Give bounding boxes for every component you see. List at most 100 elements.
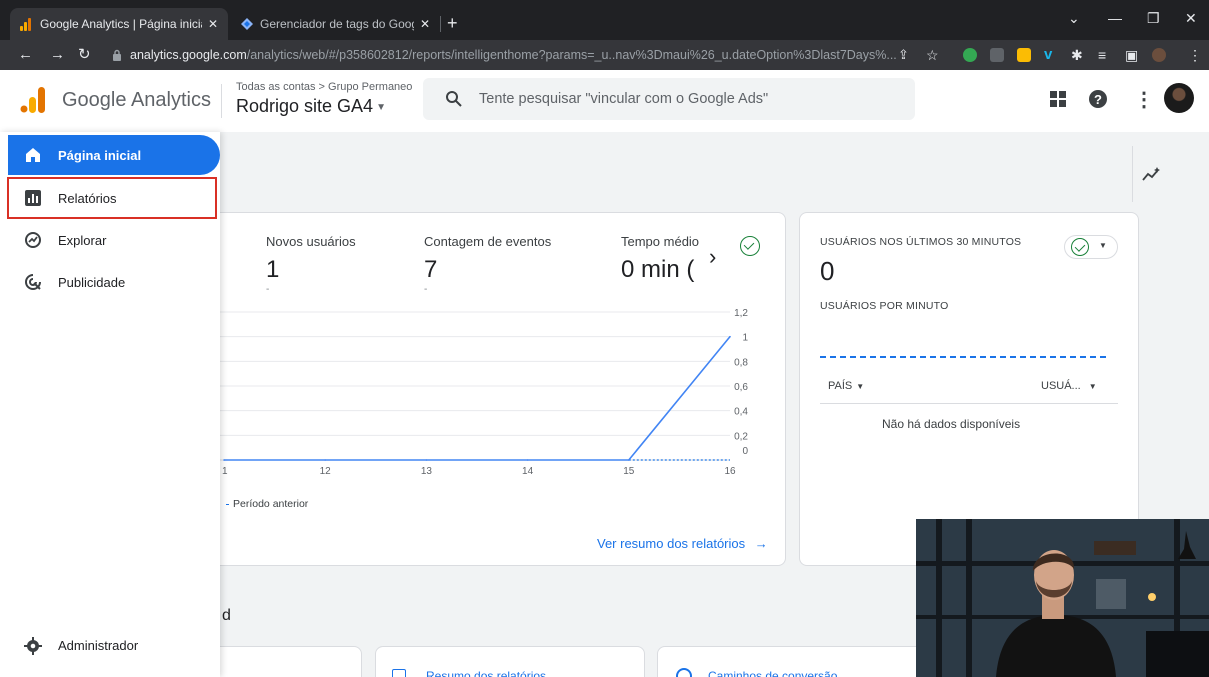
- column-users[interactable]: USUÁ... ▼: [1041, 380, 1097, 392]
- extension-code-icon[interactable]: [990, 48, 1004, 62]
- reload-icon[interactable]: ↻: [78, 46, 91, 64]
- help-icon[interactable]: ?: [1088, 89, 1108, 114]
- sidebar-item-label: Página inicial: [58, 147, 142, 163]
- check-circle-icon[interactable]: [740, 236, 760, 256]
- bookmark-star-icon[interactable]: ☆: [926, 46, 939, 64]
- metric-value: 1: [266, 256, 280, 283]
- column-country[interactable]: PAÍS ▼: [828, 380, 864, 392]
- close-tab-icon[interactable]: ✕: [420, 17, 430, 31]
- x-tick-label: 13: [421, 466, 433, 477]
- browser-tab-gtm[interactable]: Gerenciador de tags do Google ✕: [230, 8, 440, 40]
- explore-icon: [24, 231, 42, 249]
- screen: Google Analytics | Página inicial ✕ Gere…: [0, 0, 1209, 677]
- close-tab-icon[interactable]: ✕: [208, 17, 218, 31]
- extension-yellow-icon[interactable]: [1017, 48, 1031, 62]
- webcam-overlay: [916, 519, 1209, 677]
- reports-icon: [24, 189, 42, 207]
- bottom-card-reports-summary[interactable]: Resumo dos relatórios: [375, 646, 645, 677]
- forward-icon[interactable]: →: [50, 46, 65, 64]
- google-analytics-logo-icon[interactable]: [20, 86, 46, 114]
- card-label: Caminhos de conversão: [708, 669, 838, 677]
- profile-avatar-icon[interactable]: [1152, 48, 1166, 62]
- reports-icon: [392, 669, 406, 677]
- caret-down-icon: ▼: [1088, 382, 1097, 391]
- x-tick-label: 1: [222, 466, 228, 477]
- home-icon: [24, 146, 42, 164]
- analytics-favicon-icon: [20, 17, 34, 31]
- link-label: Ver resumo dos relatórios: [597, 536, 746, 551]
- url-host: analytics.google.com: [130, 48, 247, 62]
- sidebar-item-label: Publicidade: [58, 274, 126, 290]
- left-navigation: Página inicial Relatórios Explorar Publi…: [0, 132, 220, 677]
- reading-list-icon[interactable]: ≡: [1098, 46, 1106, 64]
- tab-title: Google Analytics | Página inicial: [40, 17, 202, 31]
- metric-label: Novos usuários: [266, 234, 356, 249]
- view-reports-summary-link[interactable]: Ver resumo dos relatórios →: [597, 536, 768, 551]
- lock-icon: [112, 49, 122, 61]
- tab-search-chevron-icon[interactable]: ⌄: [1068, 10, 1080, 27]
- close-window-icon[interactable]: ✕: [1185, 10, 1197, 27]
- metric-value: 7: [424, 256, 438, 283]
- search-input[interactable]: [479, 78, 899, 120]
- per-minute-title: USUÁRIOS POR MINUTO: [820, 300, 949, 312]
- more-vert-icon[interactable]: ⋮: [1134, 87, 1154, 112]
- metric-comparison: -: [424, 284, 428, 295]
- metric-value: 0 min (: [621, 256, 695, 283]
- property-selector[interactable]: Rodrigo site GA4 ▼: [236, 96, 386, 117]
- conversion-paths-icon: [676, 668, 692, 677]
- insights-icon[interactable]: [1142, 166, 1162, 187]
- extensions-puzzle-icon[interactable]: ✱: [1071, 46, 1083, 64]
- y-tick-label: 0,4: [734, 407, 748, 418]
- url-bar[interactable]: analytics.google.com /analytics/web/#/p3…: [104, 44, 952, 66]
- per-minute-sparkline: [820, 356, 1106, 358]
- y-tick-label: 1: [742, 333, 748, 344]
- caret-down-icon: ▼: [376, 101, 386, 113]
- bottom-card-conversion-paths[interactable]: Caminhos de conversão: [657, 646, 927, 677]
- account-breadcrumb[interactable]: Todas as contas > Grupo Permaneo: [236, 81, 412, 93]
- sidebar-item-reports[interactable]: Relatórios: [7, 177, 217, 219]
- minimize-icon[interactable]: —: [1108, 10, 1122, 26]
- search-icon: [445, 90, 463, 108]
- next-metrics-button[interactable]: ›: [709, 244, 716, 270]
- metric-label: Contagem de eventos: [424, 234, 552, 249]
- advertising-icon: [24, 273, 42, 291]
- realtime-users-value: 0: [820, 256, 835, 286]
- x-tick-label: 12: [320, 466, 332, 477]
- metric-comparison: -: [266, 284, 270, 295]
- table-divider: [820, 403, 1118, 404]
- side-panel-icon[interactable]: ▣: [1125, 46, 1138, 64]
- y-tick-label: 0: [742, 446, 748, 457]
- restore-icon[interactable]: ❐: [1147, 10, 1160, 27]
- data-point: [729, 335, 731, 338]
- caret-down-icon: ▼: [1099, 241, 1107, 250]
- x-tick-label: 15: [623, 466, 635, 477]
- section-title-partial: d: [222, 607, 231, 624]
- card-label: Resumo dos relatórios: [426, 669, 547, 677]
- realtime-status-dropdown[interactable]: ▼: [1064, 235, 1118, 259]
- tab-divider: [440, 16, 441, 32]
- bottom-card[interactable]: [200, 646, 362, 677]
- share-icon[interactable]: ⇪: [898, 46, 909, 64]
- browser-tab-analytics[interactable]: Google Analytics | Página inicial ✕: [10, 8, 228, 40]
- sidebar-item-home[interactable]: Página inicial: [8, 135, 220, 175]
- extension-green-icon[interactable]: [963, 48, 977, 62]
- back-icon[interactable]: ←: [18, 46, 33, 64]
- tag-manager-favicon-icon: [240, 17, 254, 31]
- vimeo-extension-icon[interactable]: v: [1044, 46, 1052, 64]
- search-box[interactable]: [423, 78, 915, 120]
- chrome-menu-icon[interactable]: ⋮: [1188, 46, 1202, 64]
- ga-header: Google Analytics Todas as contas > Grupo…: [0, 70, 1209, 132]
- apps-grid-icon[interactable]: [1050, 91, 1066, 112]
- sidebar-item-advertising[interactable]: Publicidade: [8, 262, 216, 302]
- sidebar-item-explore[interactable]: Explorar: [8, 220, 216, 260]
- browser-tab-strip: Google Analytics | Página inicial ✕ Gere…: [0, 0, 1209, 40]
- check-circle-icon: [1071, 238, 1089, 256]
- y-tick-label: 1,2: [734, 308, 748, 319]
- overview-line-chart: 1,2 1 0,8 0,6 0,4 0,2 0 1 12 13 14 15 16: [220, 308, 748, 477]
- new-tab-button[interactable]: +: [447, 14, 458, 32]
- y-tick-label: 0,2: [734, 431, 748, 442]
- arrow-right-icon: →: [754, 536, 768, 551]
- column-label: PAÍS: [828, 380, 853, 392]
- account-avatar[interactable]: [1164, 83, 1194, 113]
- tab-title: Gerenciador de tags do Google: [260, 17, 414, 31]
